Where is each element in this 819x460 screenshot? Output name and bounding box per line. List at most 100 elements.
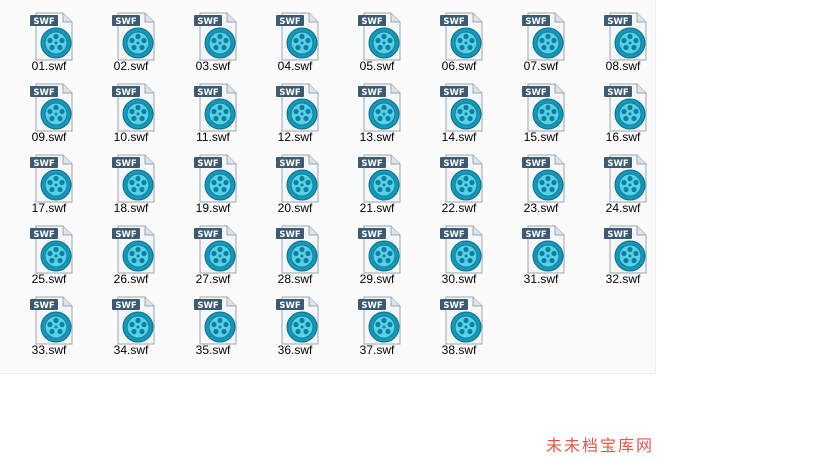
svg-text:SWF: SWF <box>197 159 218 169</box>
svg-text:SWF: SWF <box>525 17 546 27</box>
file-item[interactable]: SWF 08.swf <box>587 6 659 76</box>
swf-file-icon: SWF <box>522 83 568 133</box>
file-item[interactable]: SWF 10.swf <box>95 77 167 147</box>
swf-file-icon: SWF <box>604 83 650 133</box>
file-name-label: 25.swf <box>31 272 67 286</box>
svg-text:SWF: SWF <box>33 159 54 169</box>
file-item[interactable]: SWF 17.swf <box>13 148 85 218</box>
file-item[interactable]: SWF 36.swf <box>259 290 331 360</box>
svg-text:SWF: SWF <box>197 230 218 240</box>
file-name-label: 06.swf <box>441 59 477 73</box>
file-name-label: 31.swf <box>523 272 559 286</box>
svg-text:SWF: SWF <box>115 159 136 169</box>
file-name-label: 38.swf <box>441 343 477 357</box>
watermark-text: 未未档宝库网 <box>546 436 655 455</box>
svg-text:SWF: SWF <box>361 17 382 27</box>
file-item[interactable]: SWF 02.swf <box>95 6 167 76</box>
file-item[interactable]: SWF 23.swf <box>505 148 577 218</box>
svg-text:SWF: SWF <box>279 159 300 169</box>
swf-file-icon: SWF <box>440 296 486 346</box>
file-item[interactable]: SWF 21.swf <box>341 148 413 218</box>
file-item[interactable]: SWF 35.swf <box>177 290 249 360</box>
swf-file-icon: SWF <box>604 225 650 275</box>
svg-text:SWF: SWF <box>279 230 300 240</box>
swf-file-icon: SWF <box>194 12 240 62</box>
svg-text:SWF: SWF <box>525 230 546 240</box>
swf-file-icon: SWF <box>522 12 568 62</box>
swf-file-icon: SWF <box>440 83 486 133</box>
svg-text:SWF: SWF <box>115 17 136 27</box>
file-item[interactable]: SWF 32.swf <box>587 219 659 289</box>
swf-file-icon: SWF <box>440 154 486 204</box>
swf-file-icon: SWF <box>194 83 240 133</box>
file-item[interactable]: SWF 28.swf <box>259 219 331 289</box>
file-item[interactable]: SWF 07.swf <box>505 6 577 76</box>
svg-text:SWF: SWF <box>33 230 54 240</box>
swf-file-icon: SWF <box>30 12 76 62</box>
swf-file-icon: SWF <box>522 154 568 204</box>
file-name-label: 33.swf <box>31 343 67 357</box>
file-explorer-pane: SWF 01.swf SWF 02.swf SWF 03.swf SWF 04.swf SWF 0… <box>0 0 656 374</box>
swf-file-icon: SWF <box>440 225 486 275</box>
file-item[interactable]: SWF 33.swf <box>13 290 85 360</box>
file-item[interactable]: SWF 20.swf <box>259 148 331 218</box>
file-name-label: 37.swf <box>359 343 395 357</box>
svg-text:SWF: SWF <box>361 159 382 169</box>
file-item[interactable]: SWF 14.swf <box>423 77 495 147</box>
svg-text:SWF: SWF <box>443 230 464 240</box>
file-item[interactable]: SWF 29.swf <box>341 219 413 289</box>
file-item[interactable]: SWF 06.swf <box>423 6 495 76</box>
swf-file-icon: SWF <box>112 83 158 133</box>
file-name-label: 21.swf <box>359 201 395 215</box>
svg-text:SWF: SWF <box>443 88 464 98</box>
file-item[interactable]: SWF 30.swf <box>423 219 495 289</box>
file-item[interactable]: SWF 04.swf <box>259 6 331 76</box>
file-item[interactable]: SWF 05.swf <box>341 6 413 76</box>
file-item[interactable]: SWF 01.swf <box>13 6 85 76</box>
file-item[interactable]: SWF 09.swf <box>13 77 85 147</box>
svg-text:SWF: SWF <box>607 17 628 27</box>
swf-file-icon: SWF <box>112 296 158 346</box>
file-name-label: 32.swf <box>605 272 641 286</box>
svg-text:SWF: SWF <box>443 17 464 27</box>
file-item[interactable]: SWF 38.swf <box>423 290 495 360</box>
swf-file-icon: SWF <box>358 83 404 133</box>
file-name-label: 05.swf <box>359 59 395 73</box>
swf-file-icon: SWF <box>358 12 404 62</box>
file-name-label: 24.swf <box>605 201 641 215</box>
file-item[interactable]: SWF 11.swf <box>177 77 249 147</box>
file-item[interactable]: SWF 13.swf <box>341 77 413 147</box>
svg-text:SWF: SWF <box>279 88 300 98</box>
file-name-label: 28.swf <box>277 272 313 286</box>
file-item[interactable]: SWF 24.swf <box>587 148 659 218</box>
file-item[interactable]: SWF 31.swf <box>505 219 577 289</box>
swf-file-icon: SWF <box>276 154 322 204</box>
file-item[interactable]: SWF 15.swf <box>505 77 577 147</box>
file-item[interactable]: SWF 18.swf <box>95 148 167 218</box>
svg-text:SWF: SWF <box>115 301 136 311</box>
swf-file-icon: SWF <box>358 225 404 275</box>
file-item[interactable]: SWF 27.swf <box>177 219 249 289</box>
file-item[interactable]: SWF 12.swf <box>259 77 331 147</box>
file-item[interactable]: SWF 34.swf <box>95 290 167 360</box>
file-item[interactable]: SWF 19.swf <box>177 148 249 218</box>
file-item[interactable]: SWF 03.swf <box>177 6 249 76</box>
swf-file-icon: SWF <box>194 154 240 204</box>
file-name-label: 17.swf <box>31 201 67 215</box>
svg-text:SWF: SWF <box>607 230 628 240</box>
file-item[interactable]: SWF 37.swf <box>341 290 413 360</box>
file-item[interactable]: SWF 25.swf <box>13 219 85 289</box>
file-name-label: 02.swf <box>113 59 149 73</box>
file-item[interactable]: SWF 22.swf <box>423 148 495 218</box>
svg-text:SWF: SWF <box>197 301 218 311</box>
svg-text:SWF: SWF <box>443 159 464 169</box>
svg-text:SWF: SWF <box>443 301 464 311</box>
svg-text:SWF: SWF <box>115 230 136 240</box>
svg-text:SWF: SWF <box>361 301 382 311</box>
screenshot-canvas: SWF 01.swf SWF 02.swf SWF 03.swf SWF 04.swf SWF 0… <box>0 0 819 460</box>
file-name-label: 29.swf <box>359 272 395 286</box>
file-item[interactable]: SWF 16.swf <box>587 77 659 147</box>
file-name-label: 15.swf <box>523 130 559 144</box>
swf-file-icon: SWF <box>604 12 650 62</box>
file-item[interactable]: SWF 26.swf <box>95 219 167 289</box>
